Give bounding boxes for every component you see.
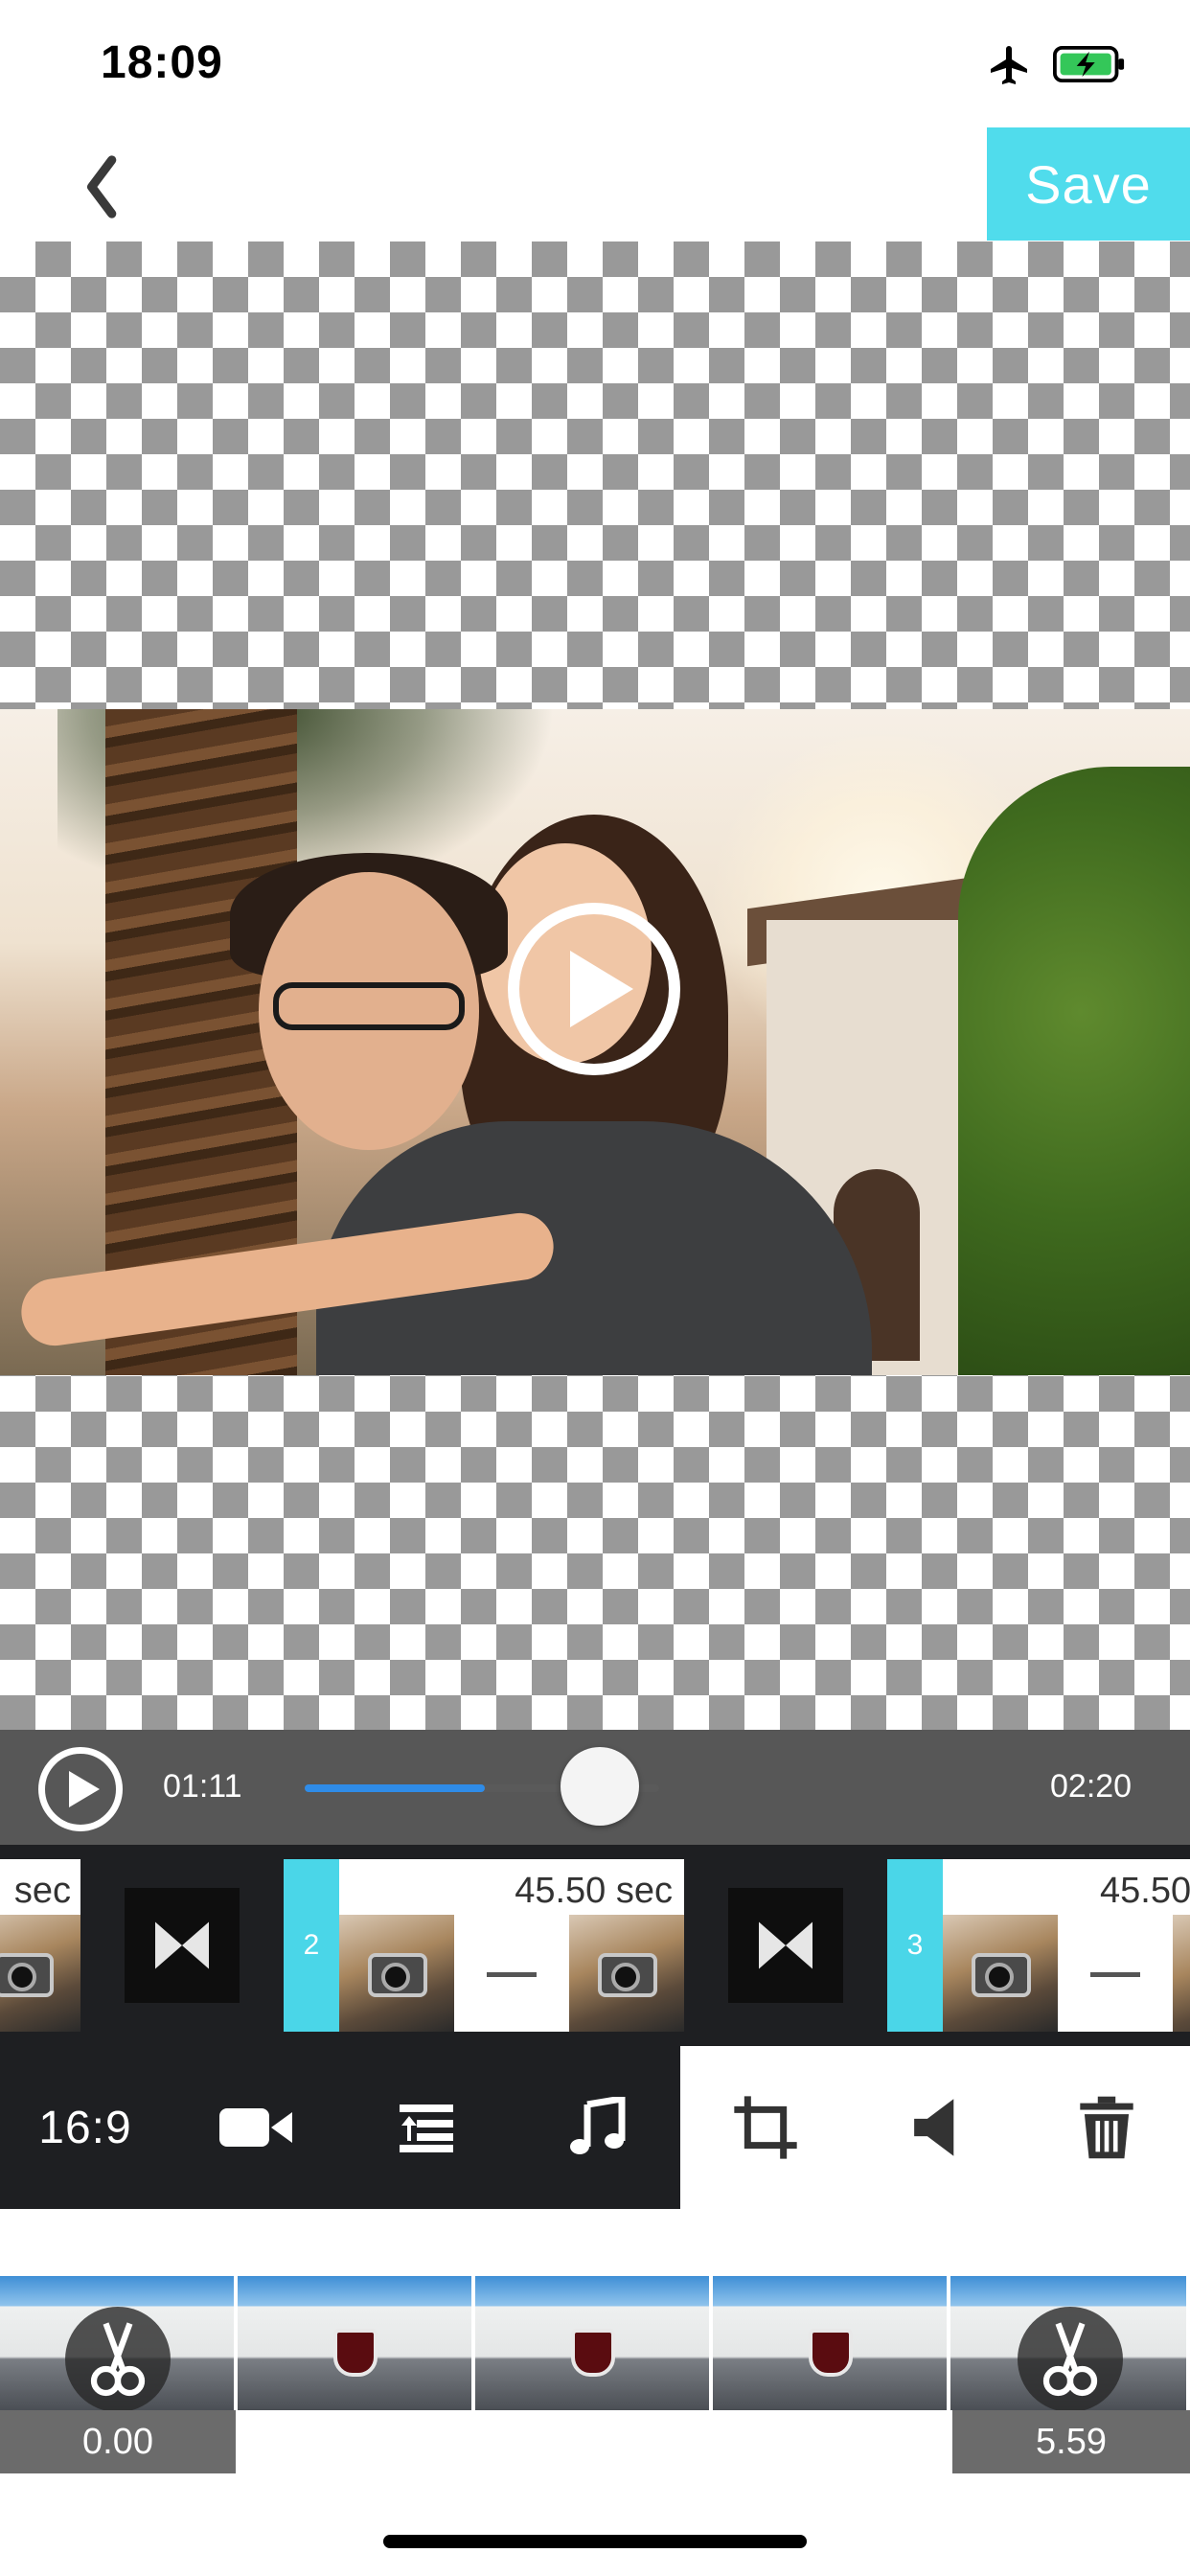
clip-thumbnail [569, 1915, 684, 2032]
clip-duration: 45.50 sec [515, 1871, 673, 1911]
timeline-frame [713, 2276, 949, 2410]
scissors-icon [1042, 2322, 1098, 2397]
play-button[interactable] [38, 1747, 123, 1831]
play-icon [69, 1771, 100, 1807]
music-note-icon [570, 2097, 626, 2154]
video-preview[interactable] [0, 242, 1190, 1730]
trim-timeline[interactable] [0, 2276, 1190, 2410]
progress-thumb[interactable] [560, 1747, 639, 1826]
crop-icon [734, 2096, 797, 2159]
layers-button[interactable] [341, 2046, 512, 2209]
transition-button[interactable] [125, 1888, 240, 2003]
speaker-icon [914, 2099, 954, 2156]
trim-end-handle[interactable] [1018, 2307, 1123, 2410]
transition-icon [155, 1921, 209, 1969]
clip-number: 2 [284, 1859, 339, 2032]
clip-number: 3 [887, 1859, 943, 2032]
timeline-frame [475, 2276, 711, 2410]
home-indicator [383, 2535, 807, 2548]
clip-item[interactable]: 3 45.50 [887, 1859, 1190, 2032]
crop-button[interactable] [680, 2046, 851, 2209]
music-button[interactable] [512, 2046, 682, 2209]
transition-icon [759, 1921, 812, 1969]
clip-thumbnail [0, 1915, 80, 2032]
transition-button[interactable] [728, 1888, 843, 2003]
video-camera-icon [219, 2108, 292, 2147]
progress-fill [305, 1784, 485, 1792]
aspect-ratio-button[interactable]: 16:9 [0, 2046, 171, 2209]
current-time: 01:11 [163, 1768, 242, 1805]
play-icon [570, 951, 633, 1027]
nav-bar: Save [0, 125, 1190, 242]
battery-charging-icon [1053, 46, 1125, 82]
scissors-icon [90, 2322, 146, 2397]
toolbar-secondary [680, 2046, 1190, 2209]
player-bar: 01:11 02:20 [0, 1730, 1190, 1845]
status-bar: 18:09 [0, 0, 1190, 125]
toolbar-primary: 16:9 [0, 2046, 680, 2209]
clip-thumbnail [339, 1915, 454, 2032]
timeline-frame [238, 2276, 473, 2410]
trim-end-time: 5.59 [952, 2410, 1190, 2473]
aspect-ratio-label: 16:9 [38, 2102, 132, 2153]
status-time: 18:09 [101, 37, 223, 88]
clip-item[interactable]: 2 45.50 sec [284, 1859, 684, 2032]
volume-button[interactable] [851, 2046, 1021, 2209]
preview-play-button[interactable] [508, 903, 680, 1075]
trash-icon [1080, 2096, 1133, 2159]
delete-button[interactable] [1021, 2046, 1190, 2209]
back-chevron-icon[interactable] [77, 153, 125, 220]
clip-duration: sec [13, 1871, 71, 1911]
total-time: 02:20 [1050, 1768, 1133, 1805]
add-video-button[interactable] [171, 2046, 341, 2209]
trim-start-time: 0.00 [0, 2410, 236, 2473]
airplane-icon [991, 46, 1027, 84]
trim-start-handle[interactable] [65, 2307, 171, 2410]
clip-thumbnail [1173, 1915, 1190, 2032]
clip-duration: 45.50 [1100, 1871, 1190, 1911]
clip-thumbnail [943, 1915, 1058, 2032]
save-button[interactable]: Save [987, 127, 1190, 241]
layers-icon [400, 2104, 453, 2152]
clip-item[interactable]: sec [0, 1859, 80, 2032]
clip-strip[interactable]: sec 2 45.50 sec 3 45.50 [0, 1845, 1190, 2046]
